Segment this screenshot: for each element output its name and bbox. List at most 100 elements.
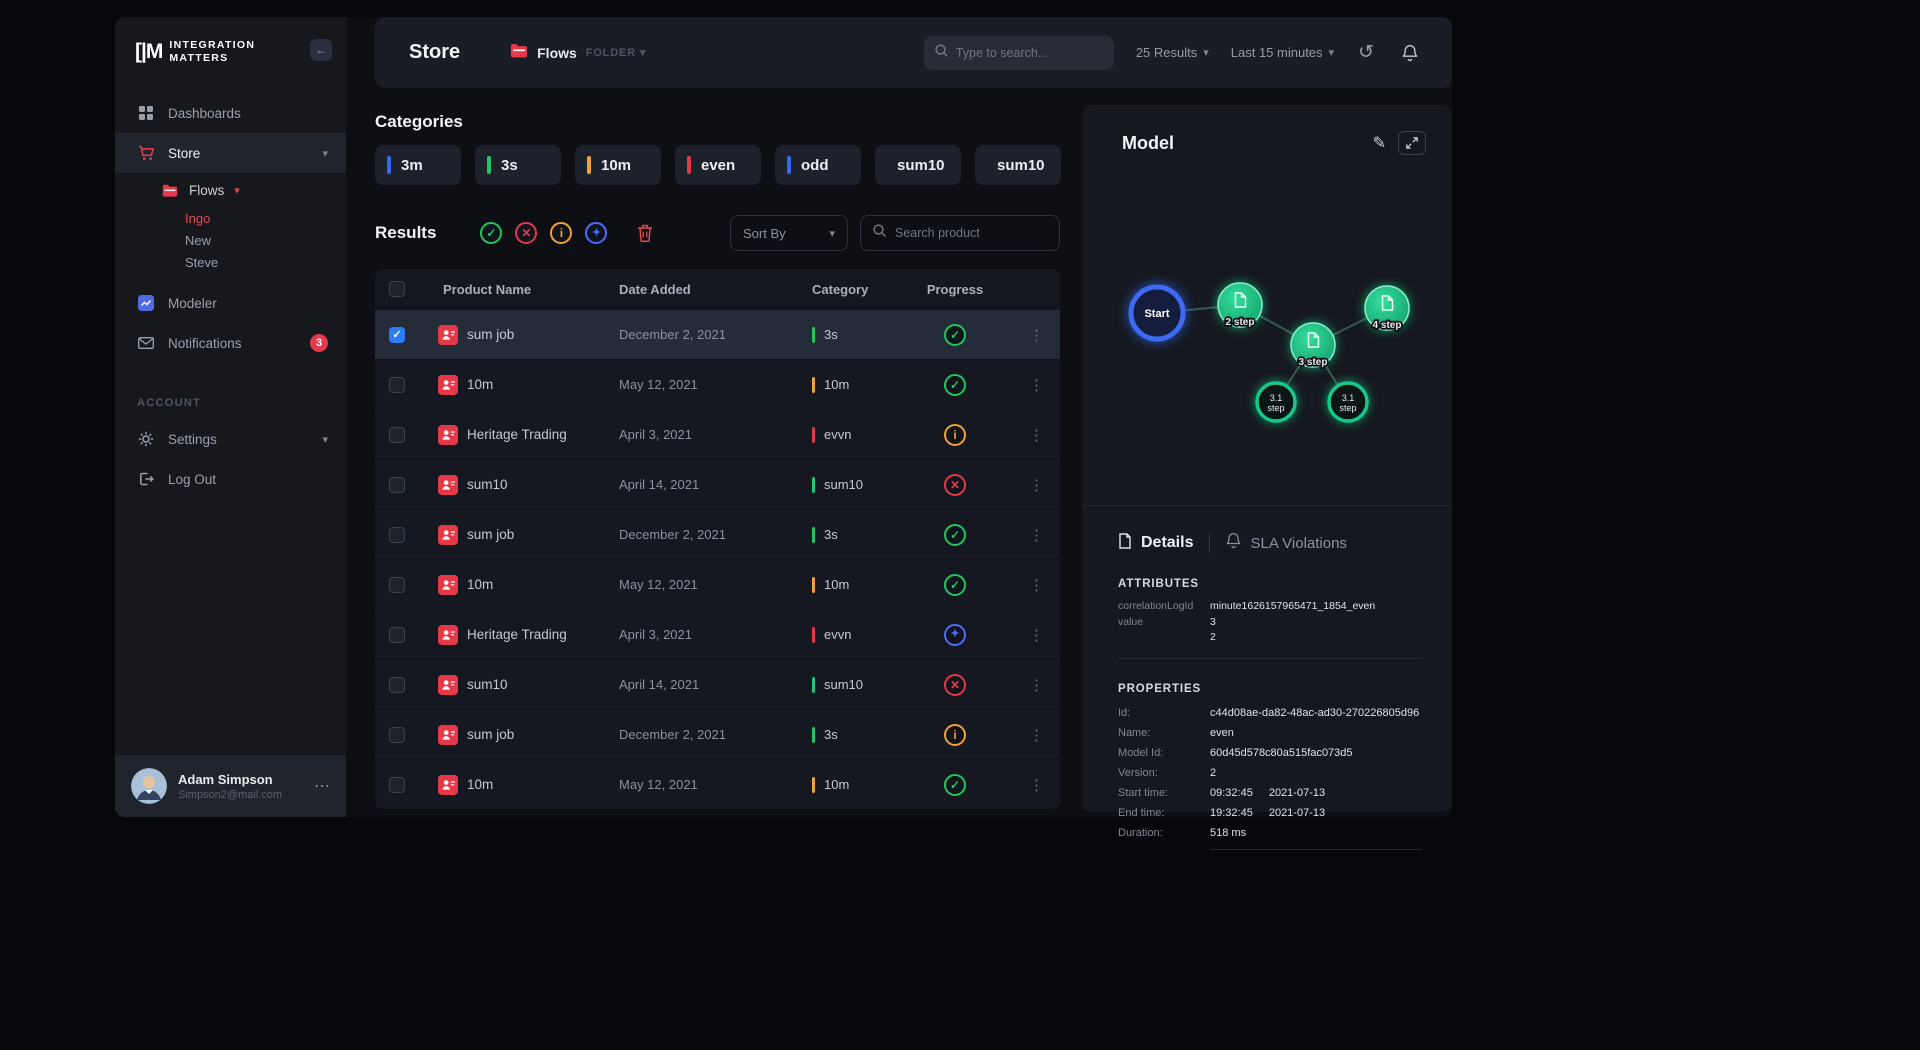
table-row[interactable]: 10mMay 12, 202110m✓ bbox=[375, 759, 1060, 809]
property-row: Duration:518 ms bbox=[1118, 827, 1422, 839]
product-name: sum job bbox=[467, 727, 514, 742]
tab-details[interactable]: Details bbox=[1118, 533, 1193, 554]
category-chip[interactable]: 3m bbox=[375, 145, 461, 185]
row-menu-button[interactable] bbox=[1029, 426, 1044, 444]
row-menu-button[interactable] bbox=[1029, 526, 1044, 544]
model-node-3-1-step-b[interactable]: 3.1 step bbox=[1329, 383, 1367, 421]
global-search-input[interactable] bbox=[956, 46, 1117, 60]
model-node-4-step[interactable]: 4 step bbox=[1365, 286, 1409, 331]
row-menu-button[interactable] bbox=[1029, 776, 1044, 794]
category-chip[interactable]: 3s bbox=[475, 145, 561, 185]
progress-status-icon: ✓ bbox=[944, 774, 966, 796]
category-chip[interactable]: odd bbox=[775, 145, 861, 185]
row-menu-button[interactable] bbox=[1029, 376, 1044, 394]
row-checkbox[interactable] bbox=[389, 327, 405, 343]
row-checkbox[interactable] bbox=[389, 677, 405, 693]
user-menu-button[interactable] bbox=[314, 776, 330, 796]
category-label: 3s bbox=[824, 327, 838, 342]
table-row[interactable]: sum jobDecember 2, 20213s✓ bbox=[375, 309, 1060, 359]
table-row[interactable]: Heritage TradingApril 3, 2021evvni bbox=[375, 409, 1060, 459]
sidebar-item-notifications[interactable]: Notifications 3 bbox=[115, 323, 346, 363]
model-diagram: Start 2 step 3 step 4 step bbox=[1082, 155, 1452, 505]
table-row[interactable]: sum10April 14, 2021sum10✕ bbox=[375, 459, 1060, 509]
edit-pencil-icon[interactable] bbox=[1373, 133, 1386, 153]
sidebar-collapse-button[interactable] bbox=[310, 39, 332, 61]
table-row[interactable]: sum jobDecember 2, 20213s✓ bbox=[375, 509, 1060, 559]
row-menu-button[interactable] bbox=[1029, 726, 1044, 744]
results-count-label: 25 Results bbox=[1136, 45, 1197, 60]
category-chip[interactable]: sum10 bbox=[875, 145, 961, 185]
bell-icon[interactable] bbox=[1402, 44, 1418, 62]
property-value-date: 2021-07-13 bbox=[1269, 787, 1325, 799]
folder-dropdown[interactable]: FOLDER bbox=[586, 46, 646, 59]
category-color-bar bbox=[587, 156, 591, 174]
product-name: 10m bbox=[467, 577, 493, 592]
model-node-start[interactable]: Start bbox=[1131, 287, 1183, 339]
row-checkbox[interactable] bbox=[389, 727, 405, 743]
table-row[interactable]: sum jobDecember 2, 20213si bbox=[375, 709, 1060, 759]
row-menu-button[interactable] bbox=[1029, 676, 1044, 694]
trash-icon[interactable] bbox=[637, 224, 653, 242]
gear-icon bbox=[137, 431, 155, 447]
property-value: 19:32:452021-07-13 bbox=[1210, 807, 1422, 819]
product-name: 10m bbox=[467, 377, 493, 392]
row-checkbox[interactable] bbox=[389, 527, 405, 543]
category-chip[interactable]: even bbox=[675, 145, 761, 185]
row-checkbox[interactable] bbox=[389, 577, 405, 593]
sidebar-item-store[interactable]: Store bbox=[115, 133, 346, 173]
category-chip[interactable]: 10m bbox=[575, 145, 661, 185]
model-node-3-step[interactable]: 3 step bbox=[1291, 323, 1335, 368]
sidebar-item-ingo[interactable]: Ingo bbox=[115, 207, 346, 229]
sidebar-item-logout[interactable]: Log Out bbox=[115, 459, 346, 499]
sidebar-item-dashboards[interactable]: Dashboards bbox=[115, 93, 346, 133]
sidebar: [|M INTEGRATION MATTERS Dashboards Store bbox=[115, 17, 346, 817]
sidebar-item-new[interactable]: New bbox=[115, 229, 346, 251]
folder-dropdown-label: FOLDER bbox=[586, 47, 636, 59]
svg-text:2 step: 2 step bbox=[1226, 317, 1255, 328]
table-row[interactable]: sum10April 14, 2021sum10✕ bbox=[375, 659, 1060, 709]
product-name: sum job bbox=[467, 527, 514, 542]
row-menu-button[interactable] bbox=[1029, 476, 1044, 494]
filter-success-icon[interactable]: ✓ bbox=[480, 222, 502, 244]
category-cell: sum10 bbox=[812, 677, 912, 693]
expand-icon[interactable] bbox=[1398, 131, 1426, 155]
row-checkbox[interactable] bbox=[389, 377, 405, 393]
row-menu-button[interactable] bbox=[1029, 326, 1044, 344]
table-row[interactable]: Heritage TradingApril 3, 2021evvn✦ bbox=[375, 609, 1060, 659]
sort-by-dropdown[interactable]: Sort By bbox=[730, 215, 848, 251]
row-checkbox[interactable] bbox=[389, 427, 405, 443]
filter-error-icon[interactable]: ✕ bbox=[515, 222, 537, 244]
product-name-cell: 10m bbox=[419, 775, 619, 795]
category-color-bar bbox=[812, 477, 815, 493]
sidebar-item-modeler[interactable]: Modeler bbox=[115, 283, 346, 323]
filter-info-icon[interactable]: i bbox=[550, 222, 572, 244]
row-checkbox[interactable] bbox=[389, 627, 405, 643]
row-menu-button[interactable] bbox=[1029, 626, 1044, 644]
model-node-3-1-step-a[interactable]: 3.1 step bbox=[1257, 383, 1295, 421]
progress-cell: ✓ bbox=[912, 524, 998, 546]
select-all-checkbox[interactable] bbox=[389, 281, 405, 297]
category-label: evvn bbox=[824, 427, 851, 442]
refresh-icon[interactable] bbox=[1358, 43, 1374, 62]
model-node-2-step[interactable]: 2 step bbox=[1218, 283, 1262, 328]
sidebar-item-steve[interactable]: Steve bbox=[115, 251, 346, 273]
tab-sla-violations[interactable]: SLA Violations bbox=[1226, 532, 1346, 554]
product-search-input[interactable] bbox=[895, 226, 1056, 240]
table-row[interactable]: 10mMay 12, 202110m✓ bbox=[375, 359, 1060, 409]
row-menu-button[interactable] bbox=[1029, 576, 1044, 594]
results-count-dropdown[interactable]: 25 Results bbox=[1136, 45, 1209, 60]
row-menu-cell bbox=[998, 776, 1060, 794]
product-icon bbox=[438, 725, 458, 745]
chevron-down-icon bbox=[1329, 46, 1335, 59]
category-chip-label: sum10 bbox=[897, 157, 945, 174]
time-range-dropdown[interactable]: Last 15 minutes bbox=[1231, 45, 1334, 60]
row-checkbox[interactable] bbox=[389, 477, 405, 493]
sidebar-item-settings[interactable]: Settings bbox=[115, 419, 346, 459]
filter-star-icon[interactable]: ✦ bbox=[585, 222, 607, 244]
flows-children: Ingo New Steve bbox=[115, 207, 346, 273]
sidebar-item-flows[interactable]: Flows bbox=[115, 173, 346, 207]
checkbox-cell bbox=[375, 477, 419, 493]
table-row[interactable]: 10mMay 12, 202110m✓ bbox=[375, 559, 1060, 609]
row-checkbox[interactable] bbox=[389, 777, 405, 793]
category-chip[interactable]: sum10 bbox=[975, 145, 1061, 185]
